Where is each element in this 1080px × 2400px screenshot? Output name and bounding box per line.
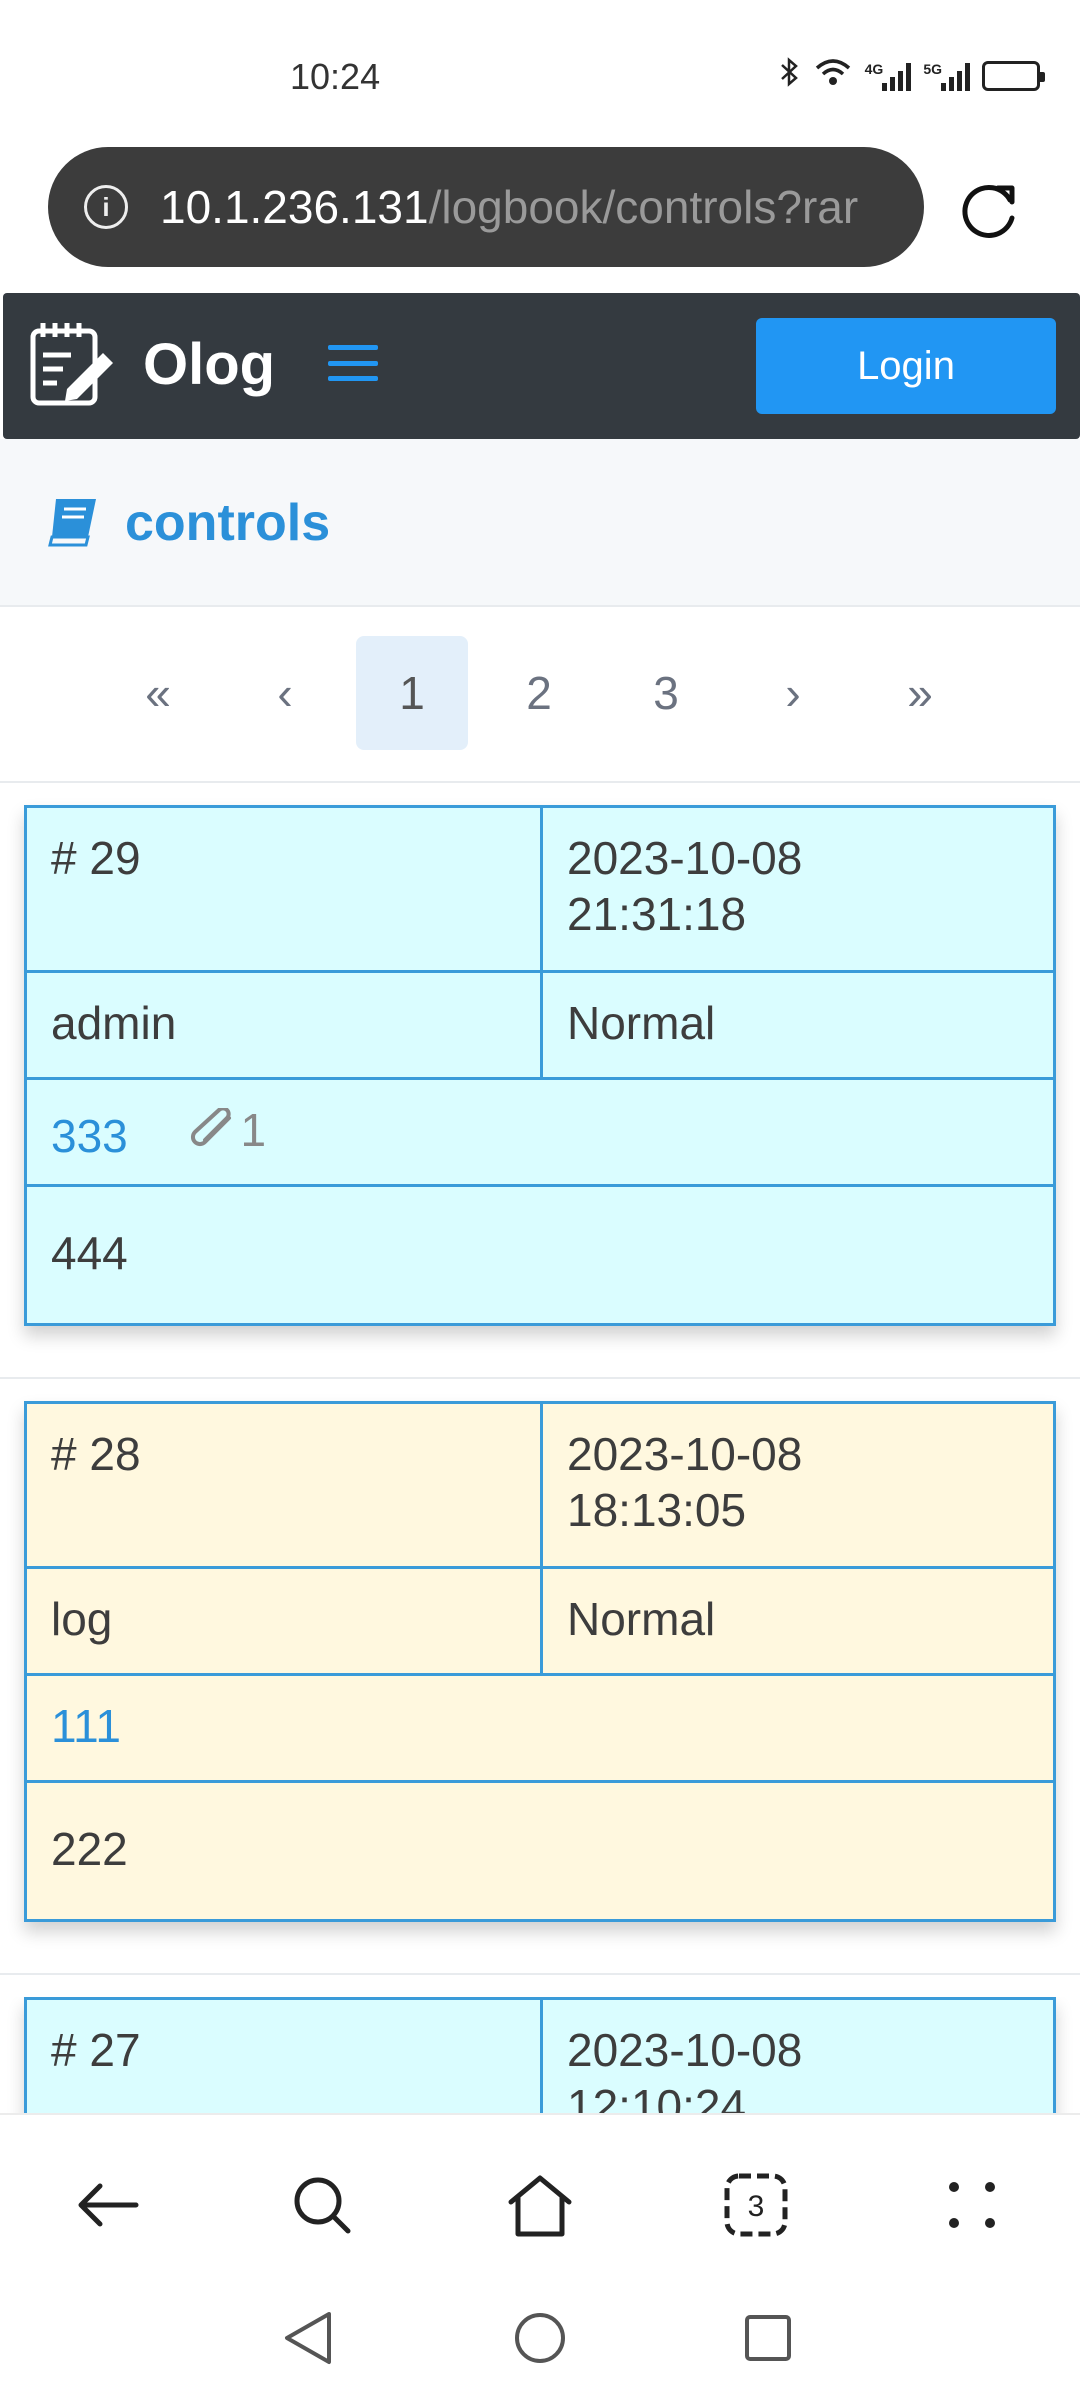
reload-button[interactable] [955,175,1025,245]
entry-date: 2023-10-08 [567,1428,803,1480]
network-type-label: 5G [923,61,942,77]
entry-title-cell: 111 [27,1676,145,1780]
square-recents-icon [745,2315,791,2361]
entry-title-cell: 333 1 [27,1080,290,1184]
attachment-count: 1 [240,1104,267,1156]
entry-author: admin [51,997,177,1049]
entry-clip: # 27 2023-10-08 12:10:24 [0,1997,1080,2113]
url-host: 10.1.236.131 [160,181,429,233]
entry-date: 2023-10-08 [567,2024,803,2076]
page-button-3[interactable]: 3 [610,636,722,750]
home-button[interactable] [500,2165,580,2245]
entry-datetime: 2023-10-08 18:13:05 [540,1404,1053,1566]
entry-title-link[interactable]: 111 [51,1700,121,1752]
browser-toolbar: 3 [0,2113,1080,2283]
last-page-button[interactable]: » [864,636,976,750]
entry-title-link[interactable]: 333 [51,1110,128,1162]
home-icon [508,2175,572,2237]
status-icons: 4G 5G [779,56,1045,96]
back-arrow-icon [78,2183,139,2227]
entry-level: Normal [540,973,1053,1077]
log-entry[interactable]: # 28 2023-10-08 18:13:05 log Normal 111 2… [24,1401,1056,1922]
url-path: /logbook/controls?rar [428,181,859,233]
address-bar[interactable]: i 10.1.236.131/logbook/controls?rar [48,147,924,267]
svg-text:3: 3 [748,2190,765,2223]
next-page-button[interactable]: › [737,636,849,750]
entry-author: log [51,1593,113,1645]
network-type-label: 4G [864,61,884,77]
system-nav-bar [0,2283,1080,2400]
reload-icon [962,185,1015,238]
system-recents-button[interactable] [733,2303,803,2373]
entry-body: 222 [51,1823,128,1875]
circle-home-icon [515,2313,565,2363]
entry-time: 21:31:18 [567,888,747,940]
entry-datetime: 2023-10-08 21:31:18 [540,808,1053,970]
divider [0,781,1080,783]
log-entry[interactable]: # 27 2023-10-08 12:10:24 [24,1997,1056,2113]
log-entry[interactable]: # 29 2023-10-08 21:31:18 admin Normal 333… [24,805,1056,1326]
bluetooth-icon [779,56,801,96]
tabs-button[interactable]: 3 [716,2165,796,2245]
signal-5g-icon: 5G [923,61,970,91]
menu-toggle-icon[interactable] [328,341,378,385]
back-button[interactable] [68,2165,148,2245]
app-navbar: Olog Login [3,293,1080,439]
system-home-button[interactable] [505,2303,575,2373]
system-back-button[interactable] [273,2303,343,2373]
more-dots-icon [949,2182,995,2228]
entry-time: 18:13:05 [567,1484,747,1536]
wifi-icon [813,56,853,96]
entry-id: # 27 [51,2024,141,2076]
triangle-back-icon [285,2312,331,2364]
signal-4g-icon: 4G [865,61,912,91]
previous-page-button[interactable]: ‹ [229,636,341,750]
search-button[interactable] [282,2165,362,2245]
battery-icon [982,61,1045,91]
entry-id: # 29 [51,832,141,884]
book-icon [48,499,96,547]
url-text[interactable]: 10.1.236.131/logbook/controls?rar [160,180,858,234]
entry-body: 444 [51,1227,128,1279]
entry-level: Normal [540,1569,1053,1673]
status-time: 10:24 [290,56,381,97]
first-page-button[interactable]: « [102,636,214,750]
page-button-2[interactable]: 2 [483,636,595,750]
divider [0,1973,1080,1975]
paperclip-icon [190,1108,231,1147]
entry-time: 12:10:24 [567,2080,747,2113]
entry-id: # 28 [51,1428,141,1480]
more-menu-button[interactable] [932,2165,1012,2245]
divider [0,1377,1080,1379]
attachment-indicator: 1 [189,1102,267,1158]
logbook-title: controls [125,494,331,552]
logbook-header: controls [0,439,1080,607]
tabs-count-icon: 3 [724,2173,788,2237]
logbook-logo-icon[interactable] [27,319,117,409]
login-button[interactable]: Login [756,318,1056,414]
status-bar: 10:24 4G 5G [0,0,1080,150]
info-icon[interactable]: i [84,185,128,229]
entry-datetime: 2023-10-08 12:10:24 [540,2000,1053,2113]
pagination: « ‹ 1 2 3 › » [0,636,1080,752]
page-button-1[interactable]: 1 [356,636,468,750]
brand-name[interactable]: Olog [143,331,275,398]
entry-date: 2023-10-08 [567,832,803,884]
search-icon [294,2177,351,2234]
